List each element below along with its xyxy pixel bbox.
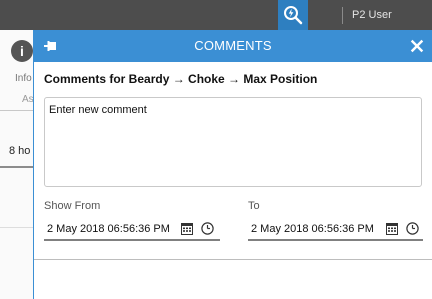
user-menu[interactable]: P2 User — [352, 0, 392, 30]
calendar-icon[interactable] — [181, 222, 193, 235]
background-info-label: Info — [15, 73, 32, 84]
calendar-icon[interactable] — [386, 222, 398, 235]
info-icon: i — [11, 40, 33, 62]
comments-panel-header: COMMENTS — [34, 30, 432, 62]
show-from-value[interactable]: 2 May 2018 06:56:36 PM — [47, 223, 170, 235]
clock-icon[interactable] — [201, 222, 214, 235]
close-icon[interactable] — [410, 39, 424, 53]
panel-bottom-divider — [34, 259, 432, 260]
show-from-label: Show From — [44, 200, 101, 212]
background-hours-tab[interactable]: 8 ho — [9, 145, 30, 157]
comments-heading: Comments for Beardy → Choke → Max Positi… — [44, 72, 318, 86]
search-lightning-icon — [284, 6, 303, 25]
panel-title: COMMENTS — [194, 38, 272, 53]
topbar-divider — [342, 7, 343, 24]
app-top-bar: P2 User — [0, 0, 432, 30]
clock-icon[interactable] — [406, 222, 419, 235]
new-comment-input[interactable] — [44, 97, 422, 187]
to-value[interactable]: 2 May 2018 06:56:36 PM — [251, 223, 374, 235]
to-date-field[interactable]: 2 May 2018 06:56:36 PM — [248, 219, 423, 241]
background-info-sublabel: As — [22, 94, 34, 105]
comments-panel: COMMENTS Comments for Beardy → Choke → M… — [33, 30, 432, 299]
show-from-date-field[interactable]: 2 May 2018 06:56:36 PM — [44, 219, 220, 241]
to-label: To — [248, 200, 260, 212]
search-button[interactable] — [278, 0, 308, 30]
